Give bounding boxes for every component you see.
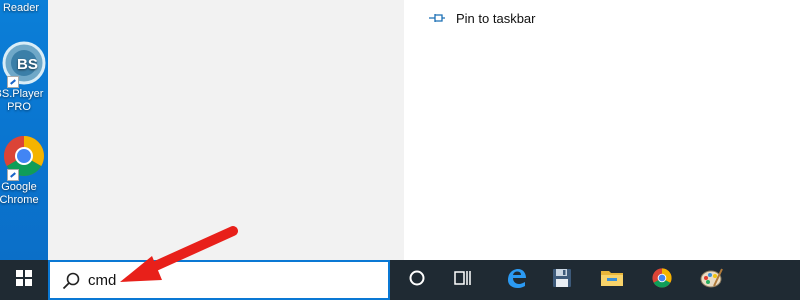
taskbar: cmd	[0, 260, 800, 300]
pin-to-taskbar-item[interactable]: Pin to taskbar	[428, 7, 536, 29]
shortcut-arrow-icon	[7, 169, 19, 181]
task-view-button[interactable]	[441, 260, 485, 300]
floppy-save-icon	[551, 267, 573, 294]
shortcut-arrow-icon	[7, 76, 19, 88]
start-menu-left-panel	[48, 0, 404, 260]
cortana-icon	[408, 269, 426, 292]
paint-button[interactable]	[690, 260, 734, 300]
paint-icon	[700, 266, 724, 295]
edge-icon	[505, 267, 527, 294]
desktop-icon-chrome[interactable]: Google Chrome	[0, 133, 48, 207]
file-explorer-icon	[600, 268, 624, 293]
windows-logo-icon	[16, 269, 32, 291]
pin-to-taskbar-label: Pin to taskbar	[456, 10, 536, 26]
file-explorer-button[interactable]	[590, 260, 634, 300]
svg-text:BS: BS	[17, 56, 38, 73]
desktop-icon-label: BS.Player PRO	[0, 88, 44, 113]
chrome-icon	[651, 267, 673, 294]
chrome-taskbar-button[interactable]	[640, 260, 684, 300]
bsplayer-icon: BS	[1, 40, 47, 88]
cortana-button[interactable]	[395, 260, 439, 300]
start-button[interactable]	[0, 260, 48, 300]
search-icon	[62, 272, 80, 290]
desktop: Reader BS BS.Player PRO Google Chrom	[0, 0, 48, 260]
search-value: cmd	[88, 272, 117, 289]
pin-icon	[428, 11, 446, 25]
search-input[interactable]: cmd	[48, 260, 390, 300]
chrome-icon	[1, 133, 47, 181]
desktop-icon-reader[interactable]: Reader	[0, 2, 48, 15]
desktop-icon-bsplayer[interactable]: BS BS.Player PRO	[0, 40, 48, 114]
start-menu-right-panel: Pin to taskbar	[404, 0, 800, 260]
desktop-icon-label: Reader	[2, 2, 40, 14]
edge-button[interactable]	[494, 260, 538, 300]
desktop-icon-label: Google Chrome	[0, 181, 39, 206]
task-view-icon	[453, 269, 473, 292]
save-app-button[interactable]	[540, 260, 584, 300]
